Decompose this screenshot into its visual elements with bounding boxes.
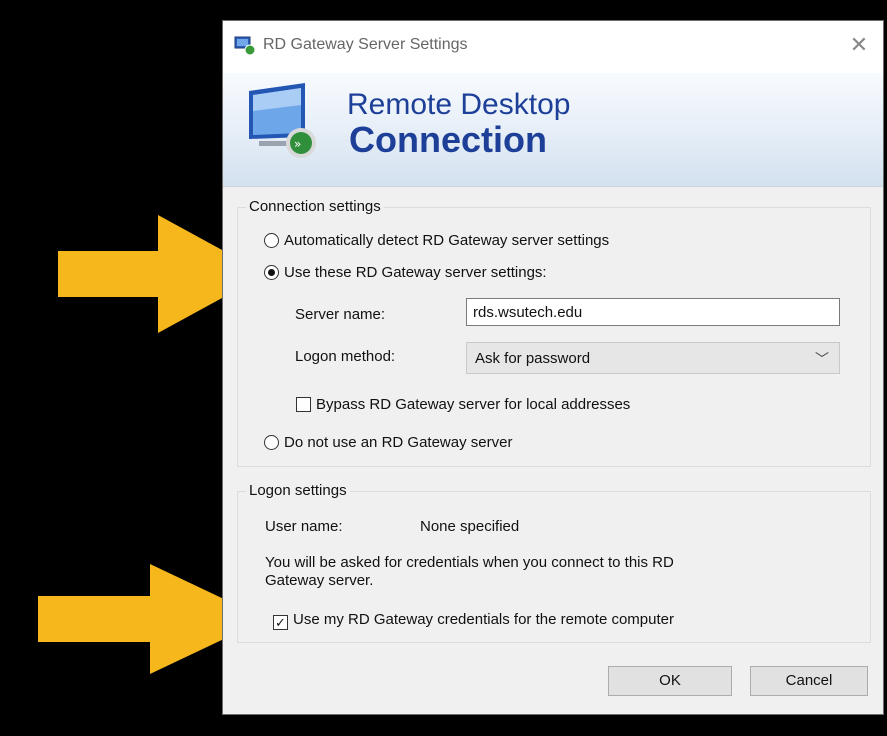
user-name-value: None specified xyxy=(420,518,520,535)
connection-settings-label: Connection settings xyxy=(246,198,384,215)
radio-no-gateway[interactable]: Do not use an RD Gateway server xyxy=(264,434,512,451)
bypass-checkbox[interactable] xyxy=(296,397,311,412)
logon-settings-label: Logon settings xyxy=(246,482,350,499)
credentials-info-line1: You will be asked for credentials when y… xyxy=(265,554,674,571)
use-credentials-row[interactable]: ✓ Use my RD Gateway credentials for the r… xyxy=(273,611,674,630)
radio-button[interactable] xyxy=(264,233,279,248)
remote-desktop-monitor-icon: » xyxy=(249,83,316,158)
bypass-checkbox-row[interactable]: Bypass RD Gateway server for local addre… xyxy=(296,396,630,413)
bypass-label: Bypass RD Gateway server for local addre… xyxy=(316,396,631,413)
close-button[interactable]: ✕ xyxy=(843,31,875,59)
logon-method-value: Ask for password xyxy=(475,350,591,367)
checkmark-icon: ✓ xyxy=(275,615,286,630)
radio-no-gateway-label: Do not use an RD Gateway server xyxy=(284,434,513,451)
title-bar: RD Gateway Server Settings ✕ xyxy=(223,21,883,73)
chevron-down-icon: ﹀ xyxy=(815,351,829,367)
radio-button[interactable] xyxy=(264,435,279,450)
radio-use-settings[interactable]: Use these RD Gateway server settings: xyxy=(264,264,547,281)
close-icon: ✕ xyxy=(849,32,869,57)
logon-method-select[interactable]: Ask for password ﹀ xyxy=(466,342,840,374)
radio-auto-detect[interactable]: Automatically detect RD Gateway server s… xyxy=(264,232,609,249)
window-title: RD Gateway Server Settings xyxy=(263,36,468,53)
radio-auto-detect-label: Automatically detect RD Gateway server s… xyxy=(284,232,610,249)
use-credentials-label: Use my RD Gateway credentials for the re… xyxy=(293,611,674,628)
svg-text:»: » xyxy=(294,137,301,151)
server-name-label: Server name: xyxy=(295,306,386,323)
logon-settings-group: Logon settings User name: None specified… xyxy=(237,482,871,643)
cancel-button[interactable]: Cancel xyxy=(750,666,868,696)
server-name-input[interactable] xyxy=(466,298,840,326)
connection-settings-group: Connection settings Automatically detect… xyxy=(237,198,871,467)
user-name-label: User name: xyxy=(265,518,343,535)
radio-button-selected[interactable] xyxy=(264,265,279,280)
logon-method-label: Logon method: xyxy=(295,348,396,365)
banner-title-line2: Connection xyxy=(349,119,547,160)
use-credentials-checkbox[interactable]: ✓ xyxy=(273,615,288,630)
banner-title-line1: Remote Desktop xyxy=(347,88,571,121)
remote-desktop-icon xyxy=(234,36,256,56)
header-banner: » Remote Desktop Connection xyxy=(223,73,883,187)
credentials-info-line2: Gateway server. xyxy=(265,572,374,589)
radio-use-settings-label: Use these RD Gateway server settings: xyxy=(284,264,547,281)
rd-gateway-dialog: RD Gateway Server Settings ✕ » Remote De… xyxy=(222,20,884,715)
ok-button[interactable]: OK xyxy=(608,666,732,696)
